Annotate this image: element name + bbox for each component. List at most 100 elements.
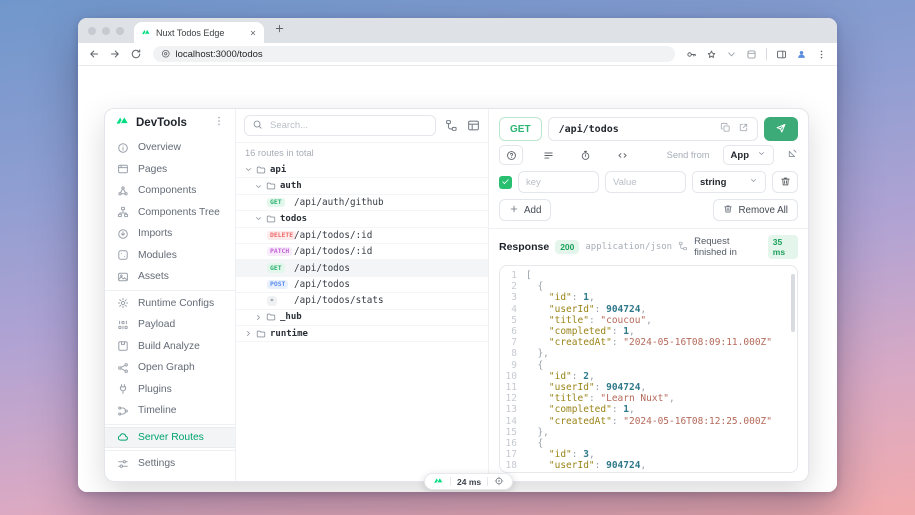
info-circle-icon [117,142,129,154]
chevron-down-icon[interactable] [726,49,737,60]
sidebar-item-imports[interactable]: Imports [105,223,235,245]
code-text: { [526,360,543,371]
list-view-toggle-icon[interactable] [467,119,480,132]
new-tab-button[interactable] [274,23,285,34]
response-label: Response [499,241,549,253]
sidebar-item-settings[interactable]: Settings [105,453,235,475]
site-info-icon[interactable] [161,49,171,59]
bookmark-star-icon[interactable] [706,49,717,60]
forward-button[interactable] [109,48,121,60]
sidebar-item-components[interactable]: Components [105,180,235,202]
browser-menu-icon[interactable] [816,49,827,60]
request-url-field[interactable] [548,117,758,141]
passwords-icon[interactable] [686,49,697,60]
sidebar-item-overview[interactable]: Overview [105,137,235,159]
close-window-button[interactable] [88,27,96,35]
route-folder-_hub[interactable]: _hub [236,310,488,326]
devtools-menu-icon[interactable] [213,115,225,127]
route-item[interactable]: PATCH/api/todos/:id [236,244,488,260]
code-line: 16 { [500,438,797,449]
tab-headers[interactable] [536,145,560,165]
reload-button[interactable] [130,48,142,60]
chevron-down-icon [244,165,253,174]
sidebar-item-timeline[interactable]: Timeline [105,400,235,422]
open-in-new-icon[interactable] [738,122,749,133]
route-item[interactable]: GET/api/todos [236,260,488,276]
sidebar-item-label: Runtime Configs [138,298,214,309]
folder-name: api [270,165,286,175]
send-from-select[interactable]: App [723,145,774,165]
sidebar-item-components-tree[interactable]: Components Tree [105,202,235,224]
code-line: 11 "userId": 904724, [500,382,797,393]
remove-all-button[interactable]: Remove All [713,199,798,221]
route-folder-auth[interactable]: auth [236,178,488,194]
send-request-button[interactable] [764,117,798,141]
sidebar-item-modules[interactable]: Modules [105,245,235,267]
tab-title: Nuxt Todos Edge [156,28,244,38]
address-bar[interactable]: localhost:3000/todos [153,46,675,62]
request-panel: GET Send from App [489,109,808,481]
window-controls [88,18,124,43]
method-badge-zone: DELETE [267,231,294,240]
sidebar-item-server-routes[interactable]: Server Routes [105,427,235,449]
back-button[interactable] [88,48,100,60]
nuxt-logo-icon[interactable] [433,475,444,486]
route-item[interactable]: POST/api/todos [236,277,488,293]
devtools-toggle-pill[interactable]: 24 ms [424,473,513,490]
route-folder-runtime[interactable]: runtime [236,326,488,342]
copy-url-icon[interactable] [720,122,731,133]
extensions-icon[interactable] [746,49,757,60]
devtools-sidebar: DevTools OverviewPagesComponentsComponen… [105,109,236,481]
method-button[interactable]: GET [499,117,542,141]
set-square-icon[interactable] [787,148,798,159]
tab-timing[interactable] [573,145,597,165]
code-text: "createdAt": "2024-05-16T08:12:25.000Z" [526,416,772,427]
minimize-window-button[interactable] [102,27,110,35]
param-type-select[interactable]: string [692,171,766,193]
toolbar-divider [766,48,767,60]
browser-tab[interactable]: Nuxt Todos Edge [134,22,264,43]
maximize-window-button[interactable] [116,27,124,35]
chevron-down-icon [757,149,766,158]
sidebar-item-build-analyze[interactable]: Build Analyze [105,336,235,358]
profile-avatar[interactable] [796,49,807,60]
folder-icon [256,329,266,339]
route-item[interactable]: GET/api/auth/github [236,195,488,211]
route-item[interactable]: DELETE/api/todos/:id [236,228,488,244]
sidebar-item-assets[interactable]: Assets [105,266,235,288]
inspector-target-icon[interactable] [494,476,504,486]
route-item[interactable]: */api/todos/stats [236,293,488,309]
scrollbar-thumb[interactable] [791,274,795,332]
side-panel-icon[interactable] [776,49,787,60]
sidebar-item-runtime-configs[interactable]: Runtime Configs [105,293,235,315]
search-input[interactable] [268,119,428,132]
tab-params[interactable] [499,145,523,165]
sliders-icon [117,458,129,470]
tree-view-toggle-icon[interactable] [445,119,458,132]
search-box[interactable] [244,115,436,136]
checkmark-icon [501,177,510,186]
param-key-input[interactable] [518,171,599,193]
send-from-label: Send from [667,150,710,160]
request-url-input[interactable] [557,123,713,136]
timeline-icon [117,405,129,417]
code-line: 10 "id": 2, [500,371,797,382]
sidebar-item-plugins[interactable]: Plugins [105,379,235,401]
add-param-button[interactable]: Add [499,199,551,221]
close-tab-icon[interactable] [249,29,257,37]
param-value-input[interactable] [605,171,686,193]
response-tree-icon[interactable] [678,241,688,251]
param-checkbox[interactable] [499,176,512,189]
sidebar-item-payload[interactable]: Payload [105,314,235,336]
route-folder-api[interactable]: api [236,162,488,178]
line-number: 1 [500,270,526,281]
route-folder-todos[interactable]: todos [236,211,488,227]
param-actions: Add Remove All [499,199,798,221]
tab-snippets[interactable] [610,145,634,165]
sidebar-item-pages[interactable]: Pages [105,159,235,181]
delete-param-button[interactable] [772,171,798,193]
browser-toolbar: localhost:3000/todos [78,43,837,66]
chevron-down-icon [749,176,758,185]
add-param-label: Add [524,205,541,216]
sidebar-item-open-graph[interactable]: Open Graph [105,357,235,379]
